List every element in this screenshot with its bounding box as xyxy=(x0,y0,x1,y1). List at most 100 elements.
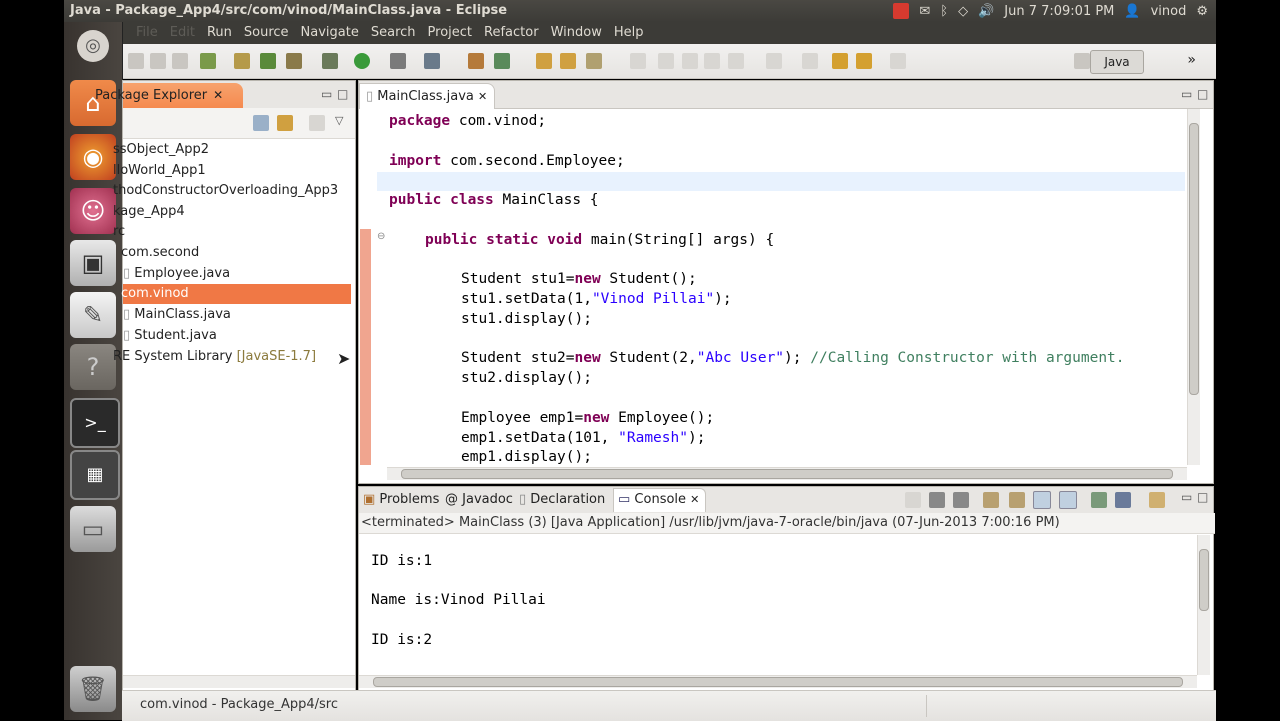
scroll-lock-icon[interactable] xyxy=(1009,492,1025,508)
code-line[interactable]: stu2.display(); xyxy=(461,368,592,388)
code-line[interactable]: public class MainClass { xyxy=(389,190,599,210)
display-console-icon[interactable] xyxy=(1115,492,1131,508)
new-java-project-icon[interactable] xyxy=(200,53,216,69)
open-perspective-icon[interactable] xyxy=(1074,53,1090,69)
editor-hscroll[interactable] xyxy=(387,467,1187,480)
close-icon[interactable]: ✕ xyxy=(690,493,699,506)
save-icon[interactable] xyxy=(150,53,166,69)
menu-search[interactable]: Search xyxy=(365,25,422,40)
tab-declaration[interactable]: ▯ Declaration xyxy=(519,491,605,509)
code-line[interactable]: stu1.setData(1,"Vinod Pillai"); xyxy=(461,289,732,309)
tree-item-src-folder[interactable]: rc xyxy=(113,222,125,242)
bluetooth-icon[interactable]: ᛒ xyxy=(940,4,948,19)
code-line[interactable]: Employee emp1=new Employee(); xyxy=(461,408,714,428)
console-hscroll[interactable] xyxy=(359,675,1197,688)
drive-button[interactable]: ▭ xyxy=(70,506,116,552)
new-package-icon[interactable] xyxy=(234,53,250,69)
tree-item-project-app3[interactable]: thodConstructorOverloading_App3 xyxy=(113,181,338,201)
refresh-icon[interactable] xyxy=(494,53,510,69)
scroll-thumb[interactable] xyxy=(401,469,1173,479)
user-name[interactable]: vinod xyxy=(1151,4,1187,19)
dash-home-button[interactable]: ◎ xyxy=(77,30,109,62)
editor-tab-mainclass[interactable]: ▯ MainClass.java ✕ xyxy=(359,83,495,109)
remove-launch-icon[interactable] xyxy=(929,492,945,508)
java-perspective-button[interactable]: Java xyxy=(1090,50,1144,74)
tree-item-mainclass-java[interactable]: ▯ MainClass.java xyxy=(123,305,231,325)
clear-console-icon[interactable] xyxy=(983,492,999,508)
show-on-stderr-icon[interactable] xyxy=(1059,491,1077,509)
tree-item-project-app4[interactable]: kage_App4 xyxy=(113,202,185,222)
mail-icon[interactable]: ✉ xyxy=(919,4,930,19)
code-line[interactable]: import com.second.Employee; xyxy=(389,151,625,171)
pencil-icon[interactable] xyxy=(586,53,602,69)
show-on-stdout-icon[interactable] xyxy=(1033,491,1051,509)
minimize-icon[interactable]: ▭ xyxy=(1181,87,1192,101)
package-explorer-tab[interactable]: Package Explorer ✕ xyxy=(95,83,243,108)
tree-item-package-com-second[interactable]: com.second xyxy=(121,243,199,263)
remove-all-terminated-icon[interactable] xyxy=(953,492,969,508)
update-indicator-icon[interactable] xyxy=(893,3,910,19)
tree-item-project-app1[interactable]: lloWorld_App1 xyxy=(113,161,206,181)
back-icon[interactable] xyxy=(856,53,872,69)
tree-item-jre-library[interactable]: RE System Library [JavaSE-1.7] xyxy=(113,347,316,367)
task-icon[interactable] xyxy=(468,53,484,69)
menu-source[interactable]: Source xyxy=(238,25,295,40)
tree-item-employee-java[interactable]: ▯ Employee.java xyxy=(123,264,230,284)
pin-console-icon[interactable] xyxy=(1091,492,1107,508)
code-line[interactable]: package com.vinod; xyxy=(389,111,546,131)
menu-edit[interactable]: Edit xyxy=(164,25,201,40)
text-editor-button[interactable]: ✎ xyxy=(70,292,116,338)
tab-javadoc[interactable]: @ Javadoc xyxy=(445,491,513,509)
code-line[interactable]: stu1.display(); xyxy=(461,309,592,329)
home-folder-button[interactable]: ⌂ xyxy=(70,80,116,126)
debug-icon[interactable] xyxy=(322,53,338,69)
volume-icon[interactable]: 🔊 xyxy=(978,4,994,19)
toolbar-overflow-chevron[interactable]: » xyxy=(1187,52,1196,68)
workspace-switcher-button[interactable]: ▦ xyxy=(70,450,120,500)
trash-button[interactable]: 🗑 xyxy=(70,666,116,712)
fold-collapse-icon[interactable]: ⊖ xyxy=(377,231,385,242)
menu-project[interactable]: Project xyxy=(422,25,478,40)
tab-console[interactable]: ▭ Console ✕ xyxy=(613,488,707,512)
console-vscroll[interactable] xyxy=(1197,535,1210,675)
minimize-icon[interactable]: ▭ xyxy=(321,87,332,101)
code-line[interactable]: Student stu1=new Student(); xyxy=(461,269,697,289)
menu-run[interactable]: Run xyxy=(201,25,238,40)
editor-vscroll[interactable] xyxy=(1187,109,1200,465)
run-icon[interactable] xyxy=(354,53,370,69)
tree-item-package-com-vinod[interactable]: com.vinod xyxy=(121,284,351,304)
maximize-icon[interactable]: □ xyxy=(1197,87,1208,101)
external-tools-icon[interactable] xyxy=(390,53,406,69)
code-line[interactable]: emp1.setData(101, "Ramesh"); xyxy=(461,428,705,448)
folder-icon[interactable] xyxy=(560,53,576,69)
print-icon[interactable] xyxy=(172,53,188,69)
terminal-button[interactable]: >_ xyxy=(70,398,120,448)
tree-item-project-app2[interactable]: ssObject_App2 xyxy=(113,140,209,160)
package-explorer-hscroll[interactable] xyxy=(123,675,355,688)
maximize-icon[interactable]: □ xyxy=(1197,490,1208,504)
scroll-thumb[interactable] xyxy=(1189,123,1199,395)
link-with-editor-icon[interactable] xyxy=(277,115,293,131)
search-icon[interactable] xyxy=(424,53,440,69)
close-icon[interactable]: ✕ xyxy=(478,90,487,103)
camera-app-button[interactable]: ▣ xyxy=(70,240,116,286)
code-line[interactable]: emp1.display(); xyxy=(461,447,592,467)
open-console-icon[interactable] xyxy=(1149,492,1165,508)
firefox-button[interactable]: ◉ xyxy=(70,134,116,180)
filter-icon[interactable] xyxy=(309,115,325,131)
new-icon[interactable] xyxy=(128,53,144,69)
minimize-icon[interactable]: ▭ xyxy=(1181,490,1192,504)
tab-problems[interactable]: ▣ Problems xyxy=(363,491,439,509)
code-line[interactable]: Student stu2=new Student(2,"Abc User"); … xyxy=(461,348,1125,368)
last-edit-icon[interactable] xyxy=(832,53,848,69)
open-type-icon[interactable] xyxy=(286,53,302,69)
network-icon[interactable]: ◇ xyxy=(958,4,968,19)
tree-item-student-java[interactable]: ▯ Student.java xyxy=(123,326,217,346)
scroll-thumb[interactable] xyxy=(1199,549,1209,611)
empathy-button[interactable]: ☺ xyxy=(70,188,116,234)
close-icon[interactable]: ✕ xyxy=(213,88,223,102)
menu-file[interactable]: File xyxy=(130,25,164,40)
maximize-icon[interactable]: □ xyxy=(337,87,348,101)
scroll-thumb[interactable] xyxy=(373,677,1183,687)
open-folder-icon[interactable] xyxy=(536,53,552,69)
